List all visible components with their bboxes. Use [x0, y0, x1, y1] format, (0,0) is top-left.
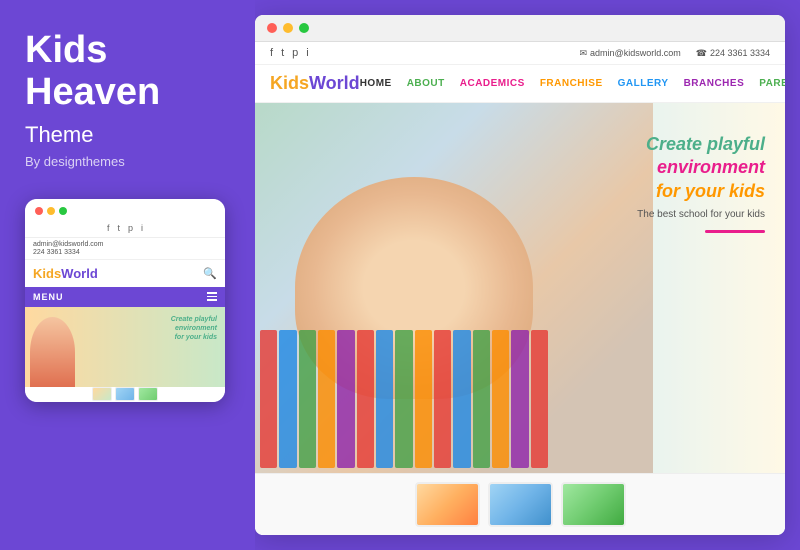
hero-text-overlay: Create playful environment for your kids… [637, 133, 765, 233]
social-pinterest-icon[interactable]: p [292, 47, 298, 59]
mobile-social-t: t [117, 223, 120, 233]
mobile-thumbs [25, 387, 225, 402]
mobile-child-image [30, 317, 75, 387]
block-purple2 [511, 330, 528, 468]
browser-dot-green [299, 23, 309, 33]
social-instagram-icon[interactable]: i [306, 47, 308, 59]
social-facebook-icon[interactable]: f [270, 47, 273, 59]
block-orange2 [415, 330, 432, 468]
thumbnail-2[interactable] [488, 482, 553, 527]
social-twitter-icon[interactable]: t [281, 47, 284, 59]
block-green2 [395, 330, 412, 468]
mobile-social-f: f [107, 223, 110, 233]
theme-title: Kids Heaven [25, 30, 230, 114]
block-green3 [473, 330, 490, 468]
nav-academics[interactable]: ACADEMICS [460, 78, 525, 89]
mobile-search-icon[interactable]: 🔍 [203, 267, 217, 280]
site-nav: KidsWorld HOME ABOUT ACADEMICS FRANCHISE… [255, 65, 785, 103]
mobile-social-bar: f t p i [25, 219, 225, 238]
mobile-thumb-2 [115, 387, 135, 401]
mobile-logo-bar: KidsWorld 🔍 [25, 260, 225, 287]
mobile-card-dots [25, 199, 225, 219]
mobile-thumb-1 [92, 387, 112, 401]
block-red4 [531, 330, 548, 468]
thumbnail-strip [255, 473, 785, 535]
contact-phone: ☎ 224 3361 3334 [696, 48, 770, 59]
mobile-hero-copy: Create playful environment for your kids [171, 315, 217, 342]
nav-franchise[interactable]: FRANCHISE [540, 78, 603, 89]
site-hero: Create playful environment for your kids… [255, 103, 785, 473]
phone-icon: ☎ [696, 48, 707, 59]
block-orange3 [492, 330, 509, 468]
browser-mockup: f t p i ✉ admin@kidsworld.com ☎ 224 3361… [255, 15, 785, 535]
social-icons: f t p i [270, 47, 309, 59]
dot-red [35, 207, 43, 215]
left-panel: Kids Heaven Theme By designthemes f t p … [0, 0, 255, 550]
browser-dot-yellow [283, 23, 293, 33]
mobile-contact-bar: admin@kidsworld.com 224 3361 3334 [25, 238, 225, 260]
hero-subtitle: The best school for your kids [637, 209, 765, 220]
site-logo: KidsWorld [270, 73, 360, 94]
block-orange [318, 330, 335, 468]
hero-background: Create playful environment for your kids… [255, 103, 785, 473]
block-green [299, 330, 316, 468]
block-blue [279, 330, 296, 468]
dot-yellow [47, 207, 55, 215]
browser-dot-red [267, 23, 277, 33]
mobile-phone: 224 3361 3334 [33, 249, 80, 256]
mobile-hero: Create playful environment for your kids [25, 307, 225, 387]
block-blue3 [453, 330, 470, 468]
nav-parents[interactable]: PARENTS [759, 78, 785, 89]
thumbnail-3[interactable] [561, 482, 626, 527]
nav-links: HOME ABOUT ACADEMICS FRANCHISE GALLERY B… [360, 78, 785, 89]
mobile-menu-label: MENU [33, 292, 64, 302]
blocks-strip [255, 325, 553, 473]
hero-child-image [255, 103, 653, 473]
hero-divider [705, 230, 765, 233]
nav-home[interactable]: HOME [360, 78, 392, 89]
email-icon: ✉ [580, 48, 588, 59]
mobile-menu-bar[interactable]: MENU [25, 287, 225, 307]
dot-green [59, 207, 67, 215]
block-red [260, 330, 277, 468]
mobile-email: admin@kidsworld.com [33, 241, 104, 248]
mobile-thumb-3 [138, 387, 158, 401]
site-top-bar: f t p i ✉ admin@kidsworld.com ☎ 224 3361… [255, 42, 785, 65]
block-red3 [434, 330, 451, 468]
mobile-logo: KidsWorld [33, 266, 98, 281]
block-blue2 [376, 330, 393, 468]
mobile-preview-card: f t p i admin@kidsworld.com 224 3361 333… [25, 199, 225, 402]
hamburger-icon[interactable] [207, 292, 217, 301]
contact-email: ✉ admin@kidsworld.com [580, 48, 681, 59]
browser-chrome [255, 15, 785, 42]
block-purple [337, 330, 354, 468]
browser-content: f t p i ✉ admin@kidsworld.com ☎ 224 3361… [255, 42, 785, 535]
mobile-social-p: p [128, 223, 133, 233]
mobile-hero-text: Create playful environment for your kids [171, 315, 217, 342]
block-red2 [357, 330, 374, 468]
nav-gallery[interactable]: GALLERY [618, 78, 669, 89]
mobile-social-i: i [141, 223, 143, 233]
theme-subtitle: Theme [25, 122, 230, 148]
thumbnail-1[interactable] [415, 482, 480, 527]
nav-branches[interactable]: BRANCHES [684, 78, 745, 89]
theme-byline: By designthemes [25, 154, 230, 169]
mobile-hero-image: Create playful environment for your kids [25, 307, 225, 387]
nav-about[interactable]: ABOUT [407, 78, 445, 89]
hero-title: Create playful environment for your kids [637, 133, 765, 203]
